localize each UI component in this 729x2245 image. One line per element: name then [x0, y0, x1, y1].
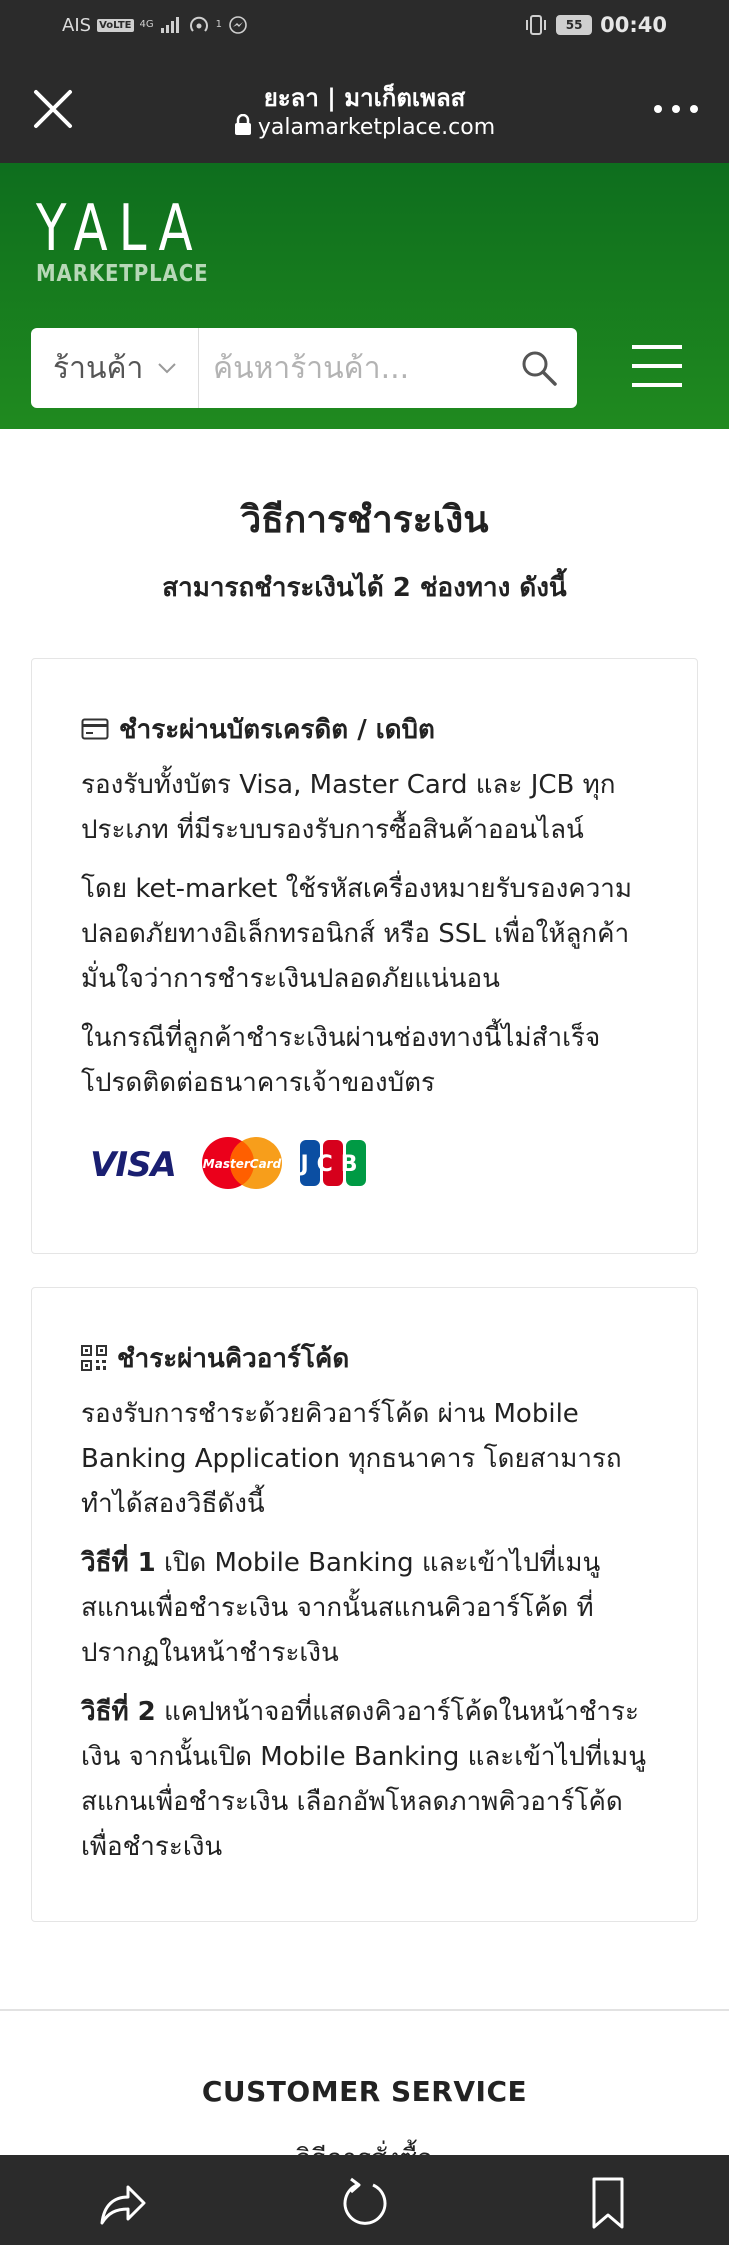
- qr-method-2-text: แคปหน้าจอที่แสดงคิวอาร์โค้ดในหน้าชำระเงิ…: [81, 1697, 647, 1862]
- credit-card-content: ชำระผ่านบัตรเครดิต / เดบิต รองรับทั้งบัต…: [81, 711, 661, 1190]
- notification-count: 1: [215, 19, 222, 30]
- more-icon[interactable]: [651, 94, 701, 124]
- site-logo[interactable]: YALA MARKETPLACE: [36, 192, 209, 309]
- credit-card-heading: ชำระผ่านบัตรเครดิต / เดบิต: [81, 711, 661, 747]
- visa-logo: VISA: [90, 1145, 177, 1183]
- clock: 00:40: [600, 13, 667, 37]
- messenger-icon: [229, 16, 247, 34]
- bookmark-icon[interactable]: [580, 2175, 636, 2231]
- battery-indicator: 55: [556, 15, 593, 35]
- reload-icon[interactable]: [337, 2175, 393, 2231]
- qr-heading-text: ชำระผ่านคิวอาร์โค้ด: [117, 1343, 350, 1374]
- qr-code-icon: [81, 1345, 107, 1371]
- mastercard-logo-text: MasterCard: [203, 1157, 282, 1171]
- jcb-logo-text: JCB: [299, 1152, 366, 1177]
- browser-bar: ยะลา | มาเก็ตเพลส yalamarketplace.com: [0, 56, 729, 163]
- credit-card-paragraph-3: ในกรณีที่ลูกค้าชำระเงินผ่านช่องทางนี้ไม่…: [81, 1023, 601, 1098]
- search-icon[interactable]: [519, 348, 559, 388]
- qr-method-1: วิธีที่ 1 เปิด Mobile Banking และเข้าไปท…: [81, 1541, 661, 1676]
- page-url-row: yalamarketplace.com: [0, 114, 729, 140]
- qr-paragraph-1: รองรับการชำระด้วยคิวอาร์โค้ด ผ่าน Mobile…: [81, 1399, 622, 1519]
- search-category-select[interactable]: ร้านค้า: [31, 328, 199, 408]
- mastercard-logo: MasterCard: [202, 1137, 282, 1189]
- hotspot-icon: [189, 16, 208, 32]
- chevron-down-icon: [158, 363, 177, 374]
- search-box: ร้านค้า: [31, 328, 577, 408]
- signal-icon: [160, 17, 179, 33]
- page-heading: วิธีการชำระเงิน: [240, 498, 489, 541]
- logo-main-text: YALA: [36, 192, 204, 266]
- qr-method-1-text: เปิด Mobile Banking และเข้าไปที่เมนูสแกน…: [81, 1548, 601, 1668]
- hamburger-menu-icon[interactable]: [630, 343, 684, 389]
- carrier-label: AIS: [62, 14, 92, 36]
- qr-method-2-label: วิธีที่ 2: [81, 1697, 156, 1727]
- status-right: 55 00:40: [524, 13, 667, 37]
- footer-divider: [0, 2009, 729, 2011]
- status-bar: AIS VoLTE 4G 1 55 00:40: [0, 0, 729, 56]
- credit-card-icon: [81, 718, 109, 740]
- page-subheading: สามารถชำระเงินได้ 2 ช่องทาง ดังนี้: [162, 573, 567, 603]
- credit-card-heading-text: ชำระผ่านบัตรเครดิต / เดบิต: [119, 714, 435, 745]
- logo-sub-text: MARKETPLACE: [36, 261, 209, 287]
- bottom-browser-nav: [0, 2155, 729, 2245]
- qr-method-1-label: วิธีที่ 1: [81, 1548, 156, 1578]
- page-url: yalamarketplace.com: [257, 115, 496, 140]
- qr-heading: ชำระผ่านคิวอาร์โค้ด: [81, 1340, 661, 1376]
- jcb-logo: JCB: [299, 1140, 366, 1186]
- qr-payment-card: ชำระผ่านคิวอาร์โค้ด รองรับการชำระด้วยคิว…: [31, 1287, 698, 1922]
- vibrate-icon: [526, 15, 547, 35]
- network-type: 4G: [139, 19, 154, 30]
- credit-card-paragraph-2: โดย ket-market ใช้รหัสเครื่องหมายรับรองค…: [81, 874, 633, 994]
- status-left: AIS VoLTE 4G 1: [62, 14, 248, 36]
- footer-title: CUSTOMER SERVICE: [201, 2075, 528, 2108]
- search-category-label: ร้านค้า: [53, 350, 144, 386]
- share-icon[interactable]: [94, 2175, 150, 2231]
- site-header: YALA MARKETPLACE ร้านค้า: [0, 163, 729, 429]
- visa-logo-text: VISA: [90, 1145, 176, 1183]
- card-brand-logos: VISA MasterCard JCB: [81, 1136, 661, 1190]
- credit-card-payment-card: ชำระผ่านบัตรเครดิต / เดบิต รองรับทั้งบัต…: [31, 658, 698, 1254]
- qr-method-2: วิธีที่ 2 แคปหน้าจอที่แสดงคิวอาร์โค้ดในห…: [81, 1690, 661, 1870]
- qr-content: ชำระผ่านคิวอาร์โค้ด รองรับการชำระด้วยคิว…: [81, 1340, 661, 1870]
- credit-card-paragraph-1: รองรับทั้งบัตร Visa, Master Card และ JCB…: [81, 770, 616, 845]
- search-input[interactable]: [213, 342, 493, 394]
- lock-icon: [234, 114, 251, 135]
- volte-badge: VoLTE: [97, 18, 134, 32]
- page-title: ยะลา | มาเก็ตเพลส: [263, 84, 466, 112]
